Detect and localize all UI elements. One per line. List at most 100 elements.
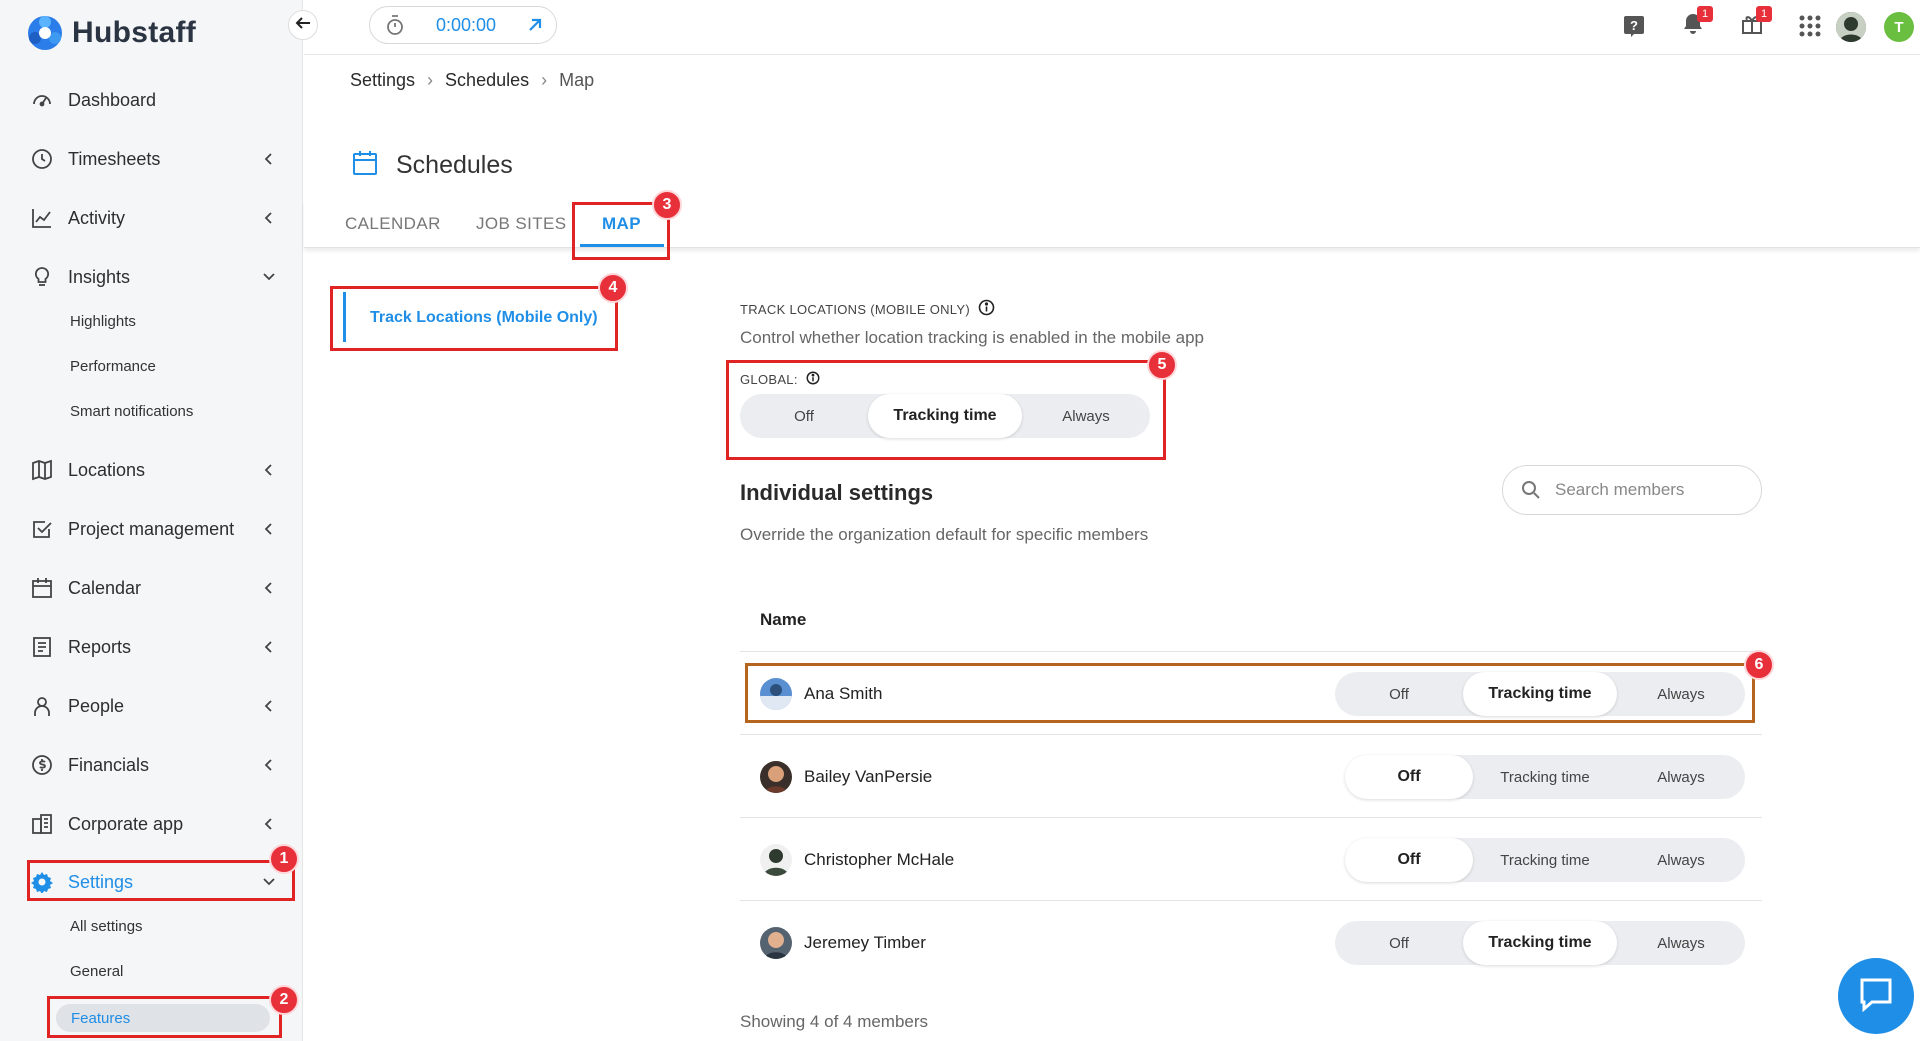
annotation-number-6: 6 bbox=[1744, 650, 1774, 680]
annotation-number-2: 2 bbox=[269, 985, 299, 1015]
member-avatar bbox=[760, 678, 792, 710]
org-avatar[interactable] bbox=[1836, 12, 1866, 42]
global-option-off[interactable]: Off bbox=[740, 394, 868, 438]
chevron-left-icon bbox=[258, 148, 280, 170]
member-option-tracking-time[interactable]: Tracking time bbox=[1473, 755, 1617, 799]
individual-settings-description: Override the organization default for sp… bbox=[740, 525, 1149, 544]
checkbox-icon bbox=[30, 517, 54, 541]
tab-job-sites[interactable]: JOB SITES bbox=[476, 214, 567, 234]
calendar-icon bbox=[30, 576, 54, 600]
table-row: Jeremey Timber Off Tracking time Always bbox=[740, 901, 1762, 984]
member-tracking-toggle: Off Tracking time Always bbox=[1335, 921, 1745, 965]
sidebar-item-settings[interactable]: Settings bbox=[30, 862, 280, 902]
member-avatar bbox=[760, 761, 792, 793]
breadcrumb-schedules[interactable]: Schedules bbox=[445, 70, 529, 91]
info-icon[interactable] bbox=[978, 299, 995, 319]
settings-menu-label: Track Locations (Mobile Only) bbox=[370, 309, 598, 326]
chart-icon bbox=[30, 206, 54, 230]
breadcrumb-settings[interactable]: Settings bbox=[350, 70, 415, 91]
sidebar-item-insights[interactable]: Insights bbox=[30, 257, 280, 297]
sidebar-sub-smart-notifications[interactable]: Smart notifications bbox=[70, 403, 193, 420]
svg-text:?: ? bbox=[1630, 18, 1638, 33]
chevron-down-icon bbox=[258, 871, 280, 893]
sidebar-item-locations[interactable]: Locations bbox=[30, 450, 280, 490]
track-locations-description: Control whether location tracking is ena… bbox=[740, 328, 1204, 347]
breadcrumb-map: Map bbox=[559, 70, 595, 90]
member-option-tracking-time[interactable]: Tracking time bbox=[1463, 921, 1617, 965]
sidebar-item-calendar[interactable]: Calendar bbox=[30, 568, 280, 608]
user-avatar[interactable]: T bbox=[1884, 12, 1914, 42]
hubstaff-logo-icon bbox=[28, 16, 62, 50]
sidebar-item-label: Timesheets bbox=[68, 148, 161, 169]
member-option-always[interactable]: Always bbox=[1617, 755, 1745, 799]
member-option-tracking-time[interactable]: Tracking time bbox=[1463, 672, 1617, 716]
sidebar-item-corporate-app[interactable]: Corporate app bbox=[30, 804, 280, 844]
chat-button[interactable] bbox=[1838, 958, 1914, 1034]
settings-menu-item-track-locations[interactable]: Track Locations (Mobile Only) bbox=[340, 292, 610, 342]
logo[interactable]: Hubstaff bbox=[26, 14, 196, 52]
dollar-icon bbox=[30, 753, 54, 777]
app-root: Hubstaff Dashboard Timesheets Activity I… bbox=[0, 0, 1920, 1041]
sidebar-sub-features[interactable]: Features bbox=[56, 1004, 270, 1032]
collapse-sidebar-button[interactable] bbox=[288, 10, 318, 40]
chevron-left-icon bbox=[258, 695, 280, 717]
chevron-left-icon bbox=[258, 754, 280, 776]
gifts-button[interactable]: 1 bbox=[1738, 6, 1772, 40]
tab-bar: CALENDAR JOB SITES MAP bbox=[304, 200, 1920, 248]
global-option-tracking-time[interactable]: Tracking time bbox=[868, 394, 1022, 438]
search-members-input[interactable] bbox=[1555, 480, 1755, 500]
sidebar-item-label: Insights bbox=[68, 266, 131, 287]
sidebar-item-label: Financials bbox=[68, 754, 150, 775]
sidebar-item-reports[interactable]: Reports bbox=[30, 627, 280, 667]
active-tab-indicator bbox=[580, 244, 664, 247]
sidebar-item-label: Reports bbox=[68, 636, 132, 657]
sidebar-item-dashboard[interactable]: Dashboard bbox=[30, 80, 280, 120]
member-option-off[interactable]: Off bbox=[1335, 921, 1463, 965]
tab-calendar[interactable]: CALENDAR bbox=[345, 214, 441, 234]
sidebar-item-timesheets[interactable]: Timesheets bbox=[30, 139, 280, 179]
breadcrumb: Settings › Schedules › Map bbox=[350, 70, 594, 91]
track-locations-label-text: TRACK LOCATIONS (MOBILE ONLY) bbox=[740, 301, 970, 317]
member-option-off[interactable]: Off bbox=[1345, 838, 1473, 882]
chevron-left-icon bbox=[258, 207, 280, 229]
apps-grid-icon[interactable] bbox=[1796, 12, 1824, 40]
help-icon[interactable]: ? bbox=[1620, 12, 1648, 40]
arrow-up-right-icon[interactable] bbox=[526, 16, 544, 34]
member-option-always[interactable]: Always bbox=[1617, 672, 1745, 716]
sidebar-item-people[interactable]: People bbox=[30, 686, 280, 726]
person-icon bbox=[30, 694, 54, 718]
member-option-tracking-time[interactable]: Tracking time bbox=[1473, 838, 1617, 882]
stopwatch-icon bbox=[387, 15, 403, 35]
timer-widget[interactable]: 0:00:00 bbox=[369, 6, 557, 44]
calendar-icon bbox=[352, 150, 378, 181]
member-option-off[interactable]: Off bbox=[1335, 672, 1463, 716]
individual-settings-title: Individual settings bbox=[740, 480, 934, 505]
global-option-always[interactable]: Always bbox=[1022, 394, 1150, 438]
info-icon[interactable] bbox=[806, 371, 820, 388]
sidebar-sub-highlights[interactable]: Highlights bbox=[70, 313, 136, 330]
sidebar-item-project-management[interactable]: Project management bbox=[30, 509, 280, 549]
column-name[interactable]: Name bbox=[760, 610, 806, 630]
dashboard-icon bbox=[30, 88, 54, 112]
sidebar-item-label: Dashboard bbox=[68, 89, 157, 110]
chevron-left-icon bbox=[258, 577, 280, 599]
notifications-badge: 1 bbox=[1697, 6, 1713, 22]
member-option-off[interactable]: Off bbox=[1345, 755, 1473, 799]
sidebar-sub-performance[interactable]: Performance bbox=[70, 358, 156, 375]
sidebar-item-activity[interactable]: Activity bbox=[30, 198, 280, 238]
global-tracking-toggle: Off Tracking time Always bbox=[740, 394, 1150, 438]
track-locations-label: TRACK LOCATIONS (MOBILE ONLY) bbox=[740, 299, 995, 319]
notifications-button[interactable]: 1 bbox=[1679, 6, 1713, 40]
member-avatar bbox=[760, 844, 792, 876]
chevron-right-icon: › bbox=[541, 70, 548, 90]
arrow-left-icon bbox=[295, 16, 311, 35]
sidebar-item-label: Locations bbox=[68, 459, 146, 480]
member-option-always[interactable]: Always bbox=[1617, 921, 1745, 965]
topbar: 0:00:00 ? 1 1 T bbox=[304, 0, 1920, 55]
member-option-always[interactable]: Always bbox=[1617, 838, 1745, 882]
sidebar-item-financials[interactable]: Financials bbox=[30, 745, 280, 785]
sidebar-sub-all-settings[interactable]: All settings bbox=[70, 918, 143, 935]
sidebar-sub-general[interactable]: General bbox=[70, 963, 123, 980]
member-name: Jeremey Timber bbox=[804, 933, 926, 952]
tab-map[interactable]: MAP bbox=[602, 214, 641, 234]
